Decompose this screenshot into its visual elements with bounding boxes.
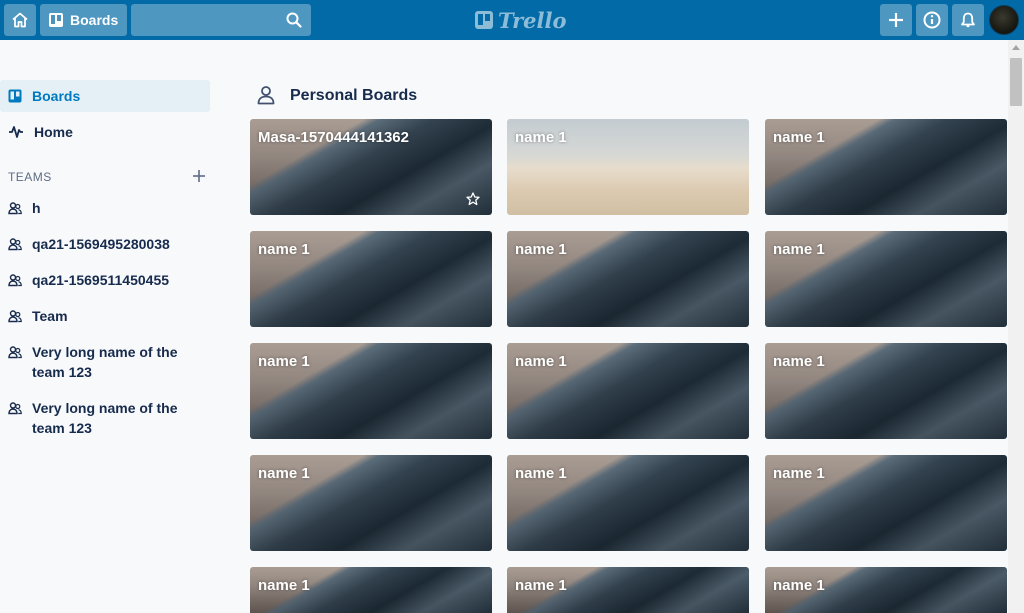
boards-icon: [49, 13, 63, 27]
board-title: name 1: [258, 241, 310, 258]
scroll-thumb[interactable]: [1010, 58, 1022, 106]
sidebar-item-boards[interactable]: Boards: [0, 80, 210, 112]
board-tile[interactable]: name 1: [507, 567, 749, 613]
person-icon: [257, 86, 275, 105]
board-tile[interactable]: name 1: [507, 119, 749, 215]
activity-icon: [9, 126, 23, 138]
board-tile[interactable]: name 1: [250, 567, 492, 613]
sidebar-item-label: Home: [34, 124, 73, 140]
board-title: name 1: [258, 353, 310, 370]
sidebar-team-item[interactable]: Very long name of the team 123: [8, 342, 208, 382]
board-tile[interactable]: name 1: [765, 343, 1007, 439]
boards-icon: [8, 89, 22, 103]
board-title: name 1: [515, 129, 567, 146]
team-label: qa21-1569495280038: [32, 236, 170, 252]
team-label: h: [32, 200, 41, 216]
scroll-up-arrow-icon[interactable]: [1012, 45, 1020, 50]
board-tile[interactable]: name 1: [250, 343, 492, 439]
board-title: name 1: [515, 577, 567, 594]
board-title: name 1: [773, 353, 825, 370]
board-tile[interactable]: name 1: [507, 343, 749, 439]
team-label: Very long name of the team 123: [32, 344, 178, 380]
team-icon: [8, 310, 22, 323]
team-icon: [8, 274, 22, 287]
sidebar-item-label: Boards: [32, 88, 81, 104]
board-tile[interactable]: name 1: [507, 231, 749, 327]
notifications-button[interactable]: [952, 4, 984, 36]
add-team-icon[interactable]: [191, 168, 207, 184]
board-title: name 1: [258, 465, 310, 482]
sidebar-team-item[interactable]: qa21-1569495280038: [8, 234, 208, 254]
boards-button-label: Boards: [70, 12, 119, 28]
board-title: name 1: [515, 353, 567, 370]
team-label: Very long name of the team 123: [32, 400, 178, 436]
home-button[interactable]: [4, 4, 36, 36]
board-title: name 1: [258, 577, 310, 594]
trello-logo-text: Trello: [498, 7, 567, 33]
team-icon: [8, 202, 22, 215]
board-tile[interactable]: name 1: [765, 567, 1007, 613]
team-label: Team: [32, 308, 68, 324]
sidebar-team-item[interactable]: h: [8, 198, 208, 218]
board-title: Masa-1570444141362: [258, 129, 409, 146]
plus-icon: [889, 13, 903, 27]
board-tile[interactable]: name 1: [765, 231, 1007, 327]
board-tile[interactable]: name 1: [765, 455, 1007, 551]
board-tile[interactable]: name 1: [507, 455, 749, 551]
search-icon[interactable]: [286, 12, 302, 28]
board-title: name 1: [773, 241, 825, 258]
board-title: name 1: [773, 577, 825, 594]
team-icon: [8, 402, 22, 415]
top-header: Boards Trello: [0, 0, 1024, 40]
board-tile[interactable]: name 1: [250, 455, 492, 551]
avatar[interactable]: [989, 5, 1019, 35]
board-title: name 1: [515, 241, 567, 258]
sidebar-team-item[interactable]: Very long name of the team 123: [8, 398, 208, 438]
sidebar: Boards Home TEAMS h qa21-1569495280038 q…: [0, 40, 220, 613]
sidebar-team-item[interactable]: Team: [8, 306, 208, 326]
star-icon[interactable]: [466, 192, 480, 206]
info-button[interactable]: [916, 4, 948, 36]
create-button[interactable]: [880, 4, 912, 36]
sidebar-item-home[interactable]: Home: [0, 116, 210, 148]
trello-logo[interactable]: Trello: [474, 7, 567, 33]
section-title: Personal Boards: [290, 87, 418, 104]
team-icon: [8, 238, 22, 251]
trello-logo-icon: [475, 11, 493, 29]
vertical-scrollbar[interactable]: [1008, 40, 1024, 613]
search-input[interactable]: [131, 4, 311, 36]
board-tile[interactable]: name 1: [250, 231, 492, 327]
info-icon: [923, 11, 941, 29]
board-title: name 1: [773, 465, 825, 482]
board-tile[interactable]: name 1: [765, 119, 1007, 215]
board-tile[interactable]: Masa-1570444141362: [250, 119, 492, 215]
bell-icon: [961, 12, 975, 28]
house-icon: [12, 12, 28, 28]
teams-header: TEAMS: [8, 170, 52, 184]
team-label: qa21-1569511450455: [32, 272, 170, 288]
team-icon: [8, 346, 22, 359]
board-title: name 1: [515, 465, 567, 482]
sidebar-team-item[interactable]: qa21-1569511450455: [8, 270, 208, 290]
boards-button[interactable]: Boards: [40, 4, 127, 36]
board-title: name 1: [773, 129, 825, 146]
